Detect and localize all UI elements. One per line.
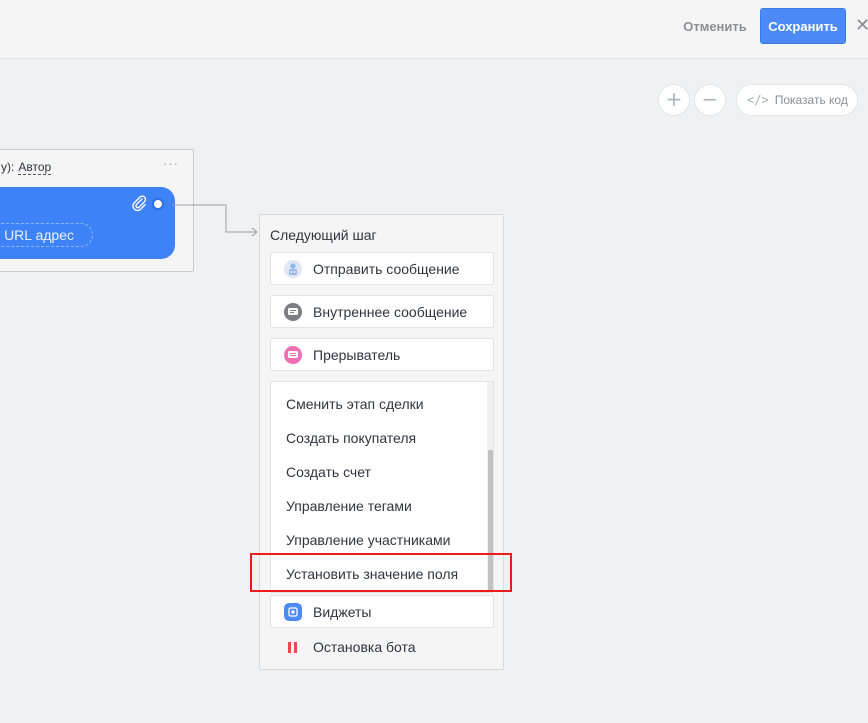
bot-icon [284,259,302,278]
dropdown-scrollbar[interactable] [487,382,493,592]
message-card[interactable]: + URL адрес [0,187,175,259]
paperclip-icon[interactable] [131,194,147,212]
stop-bot-label: Остановка бота [313,639,416,655]
widgets-action[interactable]: Виджеты [270,595,494,628]
dropdown-item-manage-tags[interactable]: Управление тегами [286,498,412,514]
next-step-title: Следующий шаг [270,227,377,243]
interrupt-icon [284,345,302,364]
send-message-label: Отправить сообщение [313,260,460,277]
show-code-button[interactable]: </> Показать код [736,84,858,116]
bot-node[interactable]: у): Автор ··· + URL адрес [0,149,194,272]
pause-icon [288,641,297,653]
widgets-label: Виджеты [313,603,372,620]
internal-message-action[interactable]: Внутреннее сообщение [270,295,494,328]
code-icon: </> [747,93,769,107]
connector-line [172,204,258,237]
cancel-button[interactable]: Отменить [676,8,754,44]
top-bar: Отменить Сохранить ✕ [0,0,868,59]
internal-message-label: Внутреннее сообщение [313,303,468,320]
author-selector[interactable]: Автор [18,160,52,175]
dropdown-item-change-deal-stage[interactable]: Сменить этап сделки [286,396,424,412]
close-icon[interactable]: ✕ [855,14,868,38]
dropdown-item-set-field-value[interactable]: Установить значение поля [286,566,458,582]
minus-icon: − [701,87,719,111]
send-message-action[interactable]: Отправить сообщение [270,252,494,285]
widgets-icon [284,602,302,621]
dropdown-item-manage-participants[interactable]: Управление участниками [286,532,450,548]
save-button[interactable]: Сохранить [760,8,846,44]
stop-bot-action[interactable]: Остановка бота [284,639,416,655]
interrupt-action[interactable]: Прерыватель [270,338,494,371]
show-code-label: Показать код [774,93,848,107]
node-menu-icon[interactable]: ··· [163,156,179,171]
url-address-button[interactable]: + URL адрес [0,223,93,247]
zoom-out-button[interactable]: − [694,84,726,116]
dropdown-item-create-customer[interactable]: Создать покупателя [286,430,416,446]
plus-icon: + [665,87,683,111]
node-header-prefix: у): [1,160,15,174]
chat-icon [284,302,302,321]
interrupt-label: Прерыватель [313,346,401,363]
dropdown-item-create-invoice[interactable]: Создать счет [286,464,371,480]
output-port[interactable] [152,198,164,210]
zoom-in-button[interactable]: + [658,84,690,116]
actions-dropdown[interactable]: Сменить этап сделки Создать покупателя С… [270,381,494,593]
next-step-panel: Следующий шаг Отправить сообщение Внутре… [259,214,504,670]
node-header: у): Автор [1,160,52,175]
scrollbar-thumb[interactable] [488,450,493,592]
